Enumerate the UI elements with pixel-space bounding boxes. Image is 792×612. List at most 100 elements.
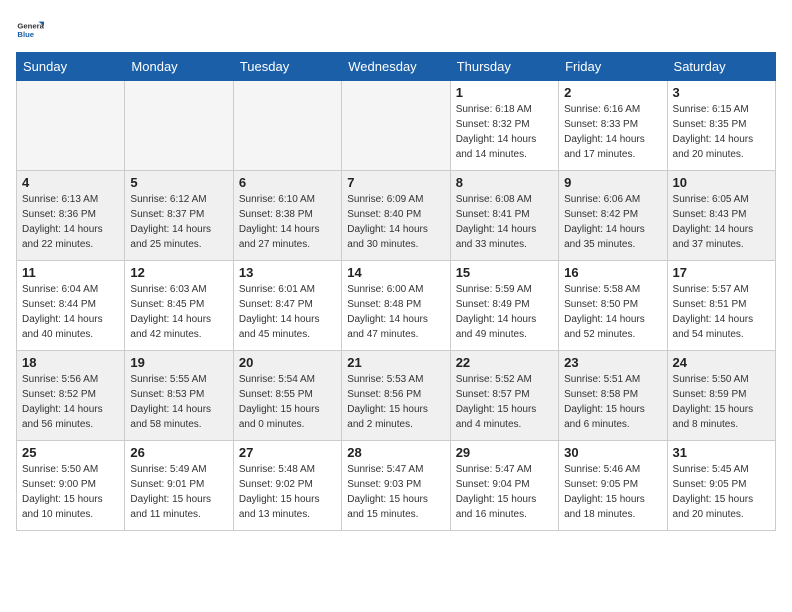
col-header-friday: Friday <box>559 53 667 81</box>
day-number: 10 <box>673 175 770 190</box>
day-number: 24 <box>673 355 770 370</box>
calendar-day-cell: 2 Sunrise: 6:16 AM Sunset: 8:33 PM Daylig… <box>559 81 667 171</box>
calendar-day-cell <box>17 81 125 171</box>
col-header-tuesday: Tuesday <box>233 53 341 81</box>
svg-text:General: General <box>17 22 44 31</box>
calendar-day-cell: 22 Sunrise: 5:52 AM Sunset: 8:57 PM Dayli… <box>450 351 558 441</box>
day-info: Sunrise: 6:09 AM Sunset: 8:40 PM Dayligh… <box>347 192 444 252</box>
day-number: 13 <box>239 265 336 280</box>
day-info: Sunrise: 5:59 AM Sunset: 8:49 PM Dayligh… <box>456 282 553 342</box>
day-info: Sunrise: 5:53 AM Sunset: 8:56 PM Dayligh… <box>347 372 444 432</box>
calendar-day-cell: 28 Sunrise: 5:47 AM Sunset: 9:03 PM Dayli… <box>342 441 450 531</box>
calendar-day-cell: 20 Sunrise: 5:54 AM Sunset: 8:55 PM Dayli… <box>233 351 341 441</box>
logo-icon: General Blue <box>16 16 44 44</box>
day-info: Sunrise: 5:49 AM Sunset: 9:01 PM Dayligh… <box>130 462 227 522</box>
day-number: 4 <box>22 175 119 190</box>
logo: General Blue <box>16 16 48 44</box>
day-info: Sunrise: 5:56 AM Sunset: 8:52 PM Dayligh… <box>22 372 119 432</box>
day-info: Sunrise: 6:04 AM Sunset: 8:44 PM Dayligh… <box>22 282 119 342</box>
calendar-day-cell: 5Sunrise: 6:12 AM Sunset: 8:37 PM Daylig… <box>125 171 233 261</box>
calendar-week-row: 18 Sunrise: 5:56 AM Sunset: 8:52 PM Dayli… <box>17 351 776 441</box>
calendar-day-cell: 15 Sunrise: 5:59 AM Sunset: 8:49 PM Dayli… <box>450 261 558 351</box>
calendar-day-cell: 10 Sunrise: 6:05 AM Sunset: 8:43 PM Dayli… <box>667 171 775 261</box>
calendar-day-cell: 16 Sunrise: 5:58 AM Sunset: 8:50 PM Dayli… <box>559 261 667 351</box>
day-number: 7 <box>347 175 444 190</box>
day-info: Sunrise: 5:51 AM Sunset: 8:58 PM Dayligh… <box>564 372 661 432</box>
day-number: 17 <box>673 265 770 280</box>
day-number: 11 <box>22 265 119 280</box>
day-info: Sunrise: 5:47 AM Sunset: 9:04 PM Dayligh… <box>456 462 553 522</box>
day-info: Sunrise: 5:47 AM Sunset: 9:03 PM Dayligh… <box>347 462 444 522</box>
day-info: Sunrise: 6:16 AM Sunset: 8:33 PM Dayligh… <box>564 102 661 162</box>
calendar-day-cell: 19 Sunrise: 5:55 AM Sunset: 8:53 PM Dayli… <box>125 351 233 441</box>
day-number: 18 <box>22 355 119 370</box>
calendar-day-cell: 12 Sunrise: 6:03 AM Sunset: 8:45 PM Dayli… <box>125 261 233 351</box>
day-number: 14 <box>347 265 444 280</box>
calendar-day-cell <box>125 81 233 171</box>
day-info: Sunrise: 5:52 AM Sunset: 8:57 PM Dayligh… <box>456 372 553 432</box>
calendar-week-row: 4 Sunrise: 6:13 AM Sunset: 8:36 PM Daylig… <box>17 171 776 261</box>
day-number: 8 <box>456 175 553 190</box>
calendar-day-cell <box>342 81 450 171</box>
day-number: 1 <box>456 85 553 100</box>
calendar-day-cell: 31Sunrise: 5:45 AM Sunset: 9:05 PM Dayli… <box>667 441 775 531</box>
calendar-day-cell <box>233 81 341 171</box>
day-info: Sunrise: 5:50 AM Sunset: 9:00 PM Dayligh… <box>22 462 119 522</box>
day-number: 27 <box>239 445 336 460</box>
day-info: Sunrise: 5:48 AM Sunset: 9:02 PM Dayligh… <box>239 462 336 522</box>
page-header: General Blue <box>16 16 776 44</box>
day-info: Sunrise: 6:06 AM Sunset: 8:42 PM Dayligh… <box>564 192 661 252</box>
day-number: 3 <box>673 85 770 100</box>
day-info: Sunrise: 6:10 AM Sunset: 8:38 PM Dayligh… <box>239 192 336 252</box>
day-info: Sunrise: 6:05 AM Sunset: 8:43 PM Dayligh… <box>673 192 770 252</box>
col-header-sunday: Sunday <box>17 53 125 81</box>
day-number: 5 <box>130 175 227 190</box>
day-info: Sunrise: 6:00 AM Sunset: 8:48 PM Dayligh… <box>347 282 444 342</box>
day-info: Sunrise: 6:03 AM Sunset: 8:45 PM Dayligh… <box>130 282 227 342</box>
day-number: 21 <box>347 355 444 370</box>
calendar-week-row: 25 Sunrise: 5:50 AM Sunset: 9:00 PM Dayli… <box>17 441 776 531</box>
calendar-day-cell: 14 Sunrise: 6:00 AM Sunset: 8:48 PM Dayli… <box>342 261 450 351</box>
calendar-week-row: 1 Sunrise: 6:18 AM Sunset: 8:32 PM Daylig… <box>17 81 776 171</box>
calendar-day-cell: 7 Sunrise: 6:09 AM Sunset: 8:40 PM Daylig… <box>342 171 450 261</box>
calendar-day-cell: 4 Sunrise: 6:13 AM Sunset: 8:36 PM Daylig… <box>17 171 125 261</box>
day-number: 29 <box>456 445 553 460</box>
day-number: 9 <box>564 175 661 190</box>
day-number: 22 <box>456 355 553 370</box>
day-info: Sunrise: 6:15 AM Sunset: 8:35 PM Dayligh… <box>673 102 770 162</box>
day-number: 19 <box>130 355 227 370</box>
day-number: 15 <box>456 265 553 280</box>
calendar-header-row: SundayMondayTuesdayWednesdayThursdayFrid… <box>17 53 776 81</box>
svg-text:Blue: Blue <box>17 30 34 39</box>
day-number: 2 <box>564 85 661 100</box>
calendar-day-cell: 30 Sunrise: 5:46 AM Sunset: 9:05 PM Dayli… <box>559 441 667 531</box>
day-info: Sunrise: 5:45 AM Sunset: 9:05 PM Dayligh… <box>673 462 770 522</box>
day-number: 30 <box>564 445 661 460</box>
calendar-day-cell: 8Sunrise: 6:08 AM Sunset: 8:41 PM Daylig… <box>450 171 558 261</box>
day-number: 6 <box>239 175 336 190</box>
day-info: Sunrise: 5:54 AM Sunset: 8:55 PM Dayligh… <box>239 372 336 432</box>
calendar-day-cell: 23Sunrise: 5:51 AM Sunset: 8:58 PM Dayli… <box>559 351 667 441</box>
day-info: Sunrise: 6:13 AM Sunset: 8:36 PM Dayligh… <box>22 192 119 252</box>
day-info: Sunrise: 5:55 AM Sunset: 8:53 PM Dayligh… <box>130 372 227 432</box>
calendar-day-cell: 25 Sunrise: 5:50 AM Sunset: 9:00 PM Dayli… <box>17 441 125 531</box>
day-number: 16 <box>564 265 661 280</box>
calendar-day-cell: 9 Sunrise: 6:06 AM Sunset: 8:42 PM Daylig… <box>559 171 667 261</box>
calendar-week-row: 11 Sunrise: 6:04 AM Sunset: 8:44 PM Dayli… <box>17 261 776 351</box>
day-info: Sunrise: 5:46 AM Sunset: 9:05 PM Dayligh… <box>564 462 661 522</box>
calendar-day-cell: 13 Sunrise: 6:01 AM Sunset: 8:47 PM Dayli… <box>233 261 341 351</box>
col-header-wednesday: Wednesday <box>342 53 450 81</box>
day-info: Sunrise: 6:01 AM Sunset: 8:47 PM Dayligh… <box>239 282 336 342</box>
calendar-table: SundayMondayTuesdayWednesdayThursdayFrid… <box>16 52 776 531</box>
day-info: Sunrise: 5:50 AM Sunset: 8:59 PM Dayligh… <box>673 372 770 432</box>
day-info: Sunrise: 5:58 AM Sunset: 8:50 PM Dayligh… <box>564 282 661 342</box>
day-number: 25 <box>22 445 119 460</box>
col-header-saturday: Saturday <box>667 53 775 81</box>
day-number: 28 <box>347 445 444 460</box>
day-number: 12 <box>130 265 227 280</box>
day-number: 20 <box>239 355 336 370</box>
col-header-monday: Monday <box>125 53 233 81</box>
day-info: Sunrise: 6:18 AM Sunset: 8:32 PM Dayligh… <box>456 102 553 162</box>
calendar-day-cell: 1 Sunrise: 6:18 AM Sunset: 8:32 PM Daylig… <box>450 81 558 171</box>
calendar-day-cell: 17Sunrise: 5:57 AM Sunset: 8:51 PM Dayli… <box>667 261 775 351</box>
